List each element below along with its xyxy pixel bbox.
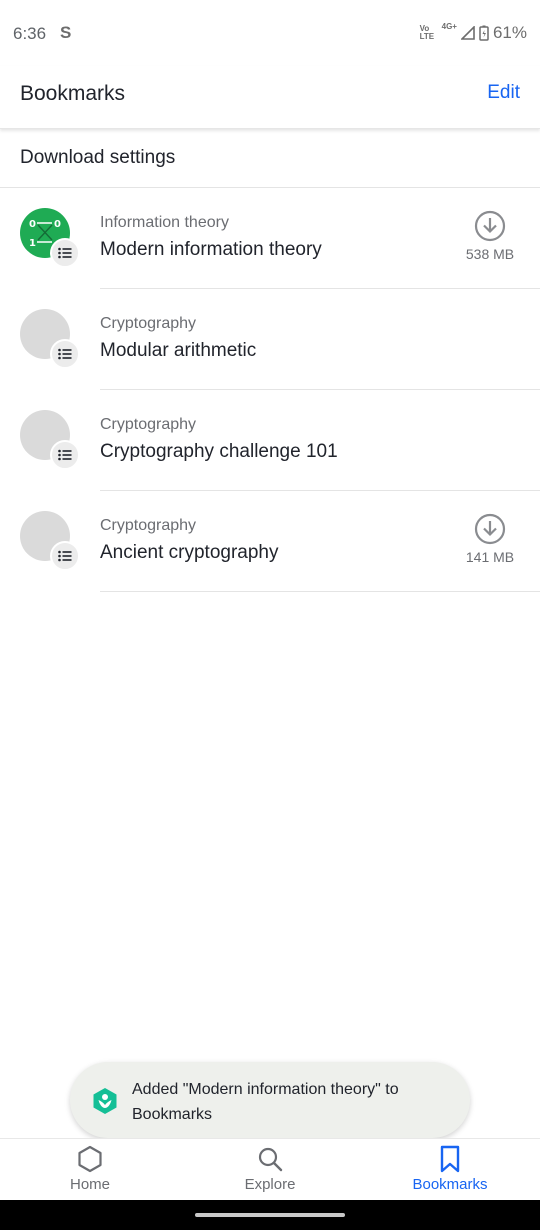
bookmark-added-toast: Added "Modern information theory" to Boo…: [70, 1062, 470, 1138]
bookmark-subject: Cryptography: [100, 517, 197, 534]
course-list-icon: [50, 541, 80, 571]
download-settings-label: Download settings: [20, 147, 176, 168]
bookmark-item[interactable]: Cryptography Modular arithmetic: [0, 289, 540, 390]
bookmark-item[interactable]: 0 1 0 Information theory Modern informat…: [0, 188, 540, 289]
download-settings-row[interactable]: Download settings: [0, 129, 540, 188]
download-icon: [474, 513, 506, 545]
nav-explore[interactable]: Explore: [180, 1139, 360, 1201]
bookmark-item[interactable]: Cryptography Cryptography challenge 101: [0, 390, 540, 491]
khan-academy-logo-icon: [93, 1088, 117, 1114]
download-button[interactable]: 141 MB: [460, 513, 520, 565]
bookmark-title: Modern information theory: [100, 239, 322, 260]
s-notification-icon: S: [60, 23, 72, 42]
download-size: 141 MB: [465, 549, 515, 565]
status-bar: 6:36 S Vo LTE 4G+ 61%: [0, 0, 540, 66]
bookmark-list: 0 1 0 Information theory Modern informat…: [0, 188, 540, 592]
page-title: Bookmarks: [20, 82, 126, 105]
bookmark-subject: Cryptography: [100, 315, 197, 332]
course-list-icon: [50, 339, 80, 369]
nav-label: Explore: [244, 1176, 296, 1193]
bookmark-title: Cryptography challenge 101: [100, 441, 338, 462]
course-list-icon: [50, 440, 80, 470]
signal-icon: [460, 26, 475, 40]
bookmark-item[interactable]: Cryptography Ancient cryptography 141 MB: [0, 491, 540, 592]
status-time: 6:36: [13, 24, 47, 43]
battery-percent: 61%: [492, 23, 527, 42]
nav-bookmarks[interactable]: Bookmarks: [360, 1139, 540, 1201]
bottom-nav: Home Explore Bookmarks: [0, 1138, 540, 1201]
bookmark-title: Ancient cryptography: [100, 542, 279, 563]
toast-message: Added "Modern information theory" to Boo…: [132, 1081, 399, 1123]
volte-indicator: Vo LTE: [419, 24, 435, 41]
edit-button[interactable]: Edit: [487, 82, 520, 104]
divider: [100, 591, 540, 592]
bookmark-subject: Cryptography: [100, 416, 197, 433]
bookmark-title: Modular arithmetic: [100, 340, 257, 361]
course-list-icon: [50, 238, 80, 268]
home-gesture-bar[interactable]: [195, 1213, 345, 1217]
bookmark-icon: [440, 1145, 460, 1173]
download-button[interactable]: 538 MB: [460, 210, 520, 262]
battery-icon: [479, 25, 489, 41]
app-bar: Bookmarks Edit: [0, 66, 540, 129]
download-size: 538 MB: [465, 246, 515, 262]
status-indicators: Vo LTE 4G+ 61%: [420, 23, 527, 43]
svg-text:0: 0: [54, 219, 61, 230]
search-icon: [258, 1147, 283, 1172]
bookmark-subject: Information theory: [100, 214, 229, 231]
svg-text:0: 0: [29, 219, 36, 230]
hexagon-home-icon: [78, 1145, 102, 1173]
nav-label: Bookmarks: [412, 1176, 488, 1193]
network-type: 4G+: [441, 22, 457, 31]
nav-label: Home: [69, 1176, 110, 1193]
nav-home[interactable]: Home: [0, 1139, 180, 1201]
svg-text:1: 1: [29, 238, 36, 249]
system-nav-bar: [0, 1200, 540, 1230]
download-icon: [474, 210, 506, 242]
